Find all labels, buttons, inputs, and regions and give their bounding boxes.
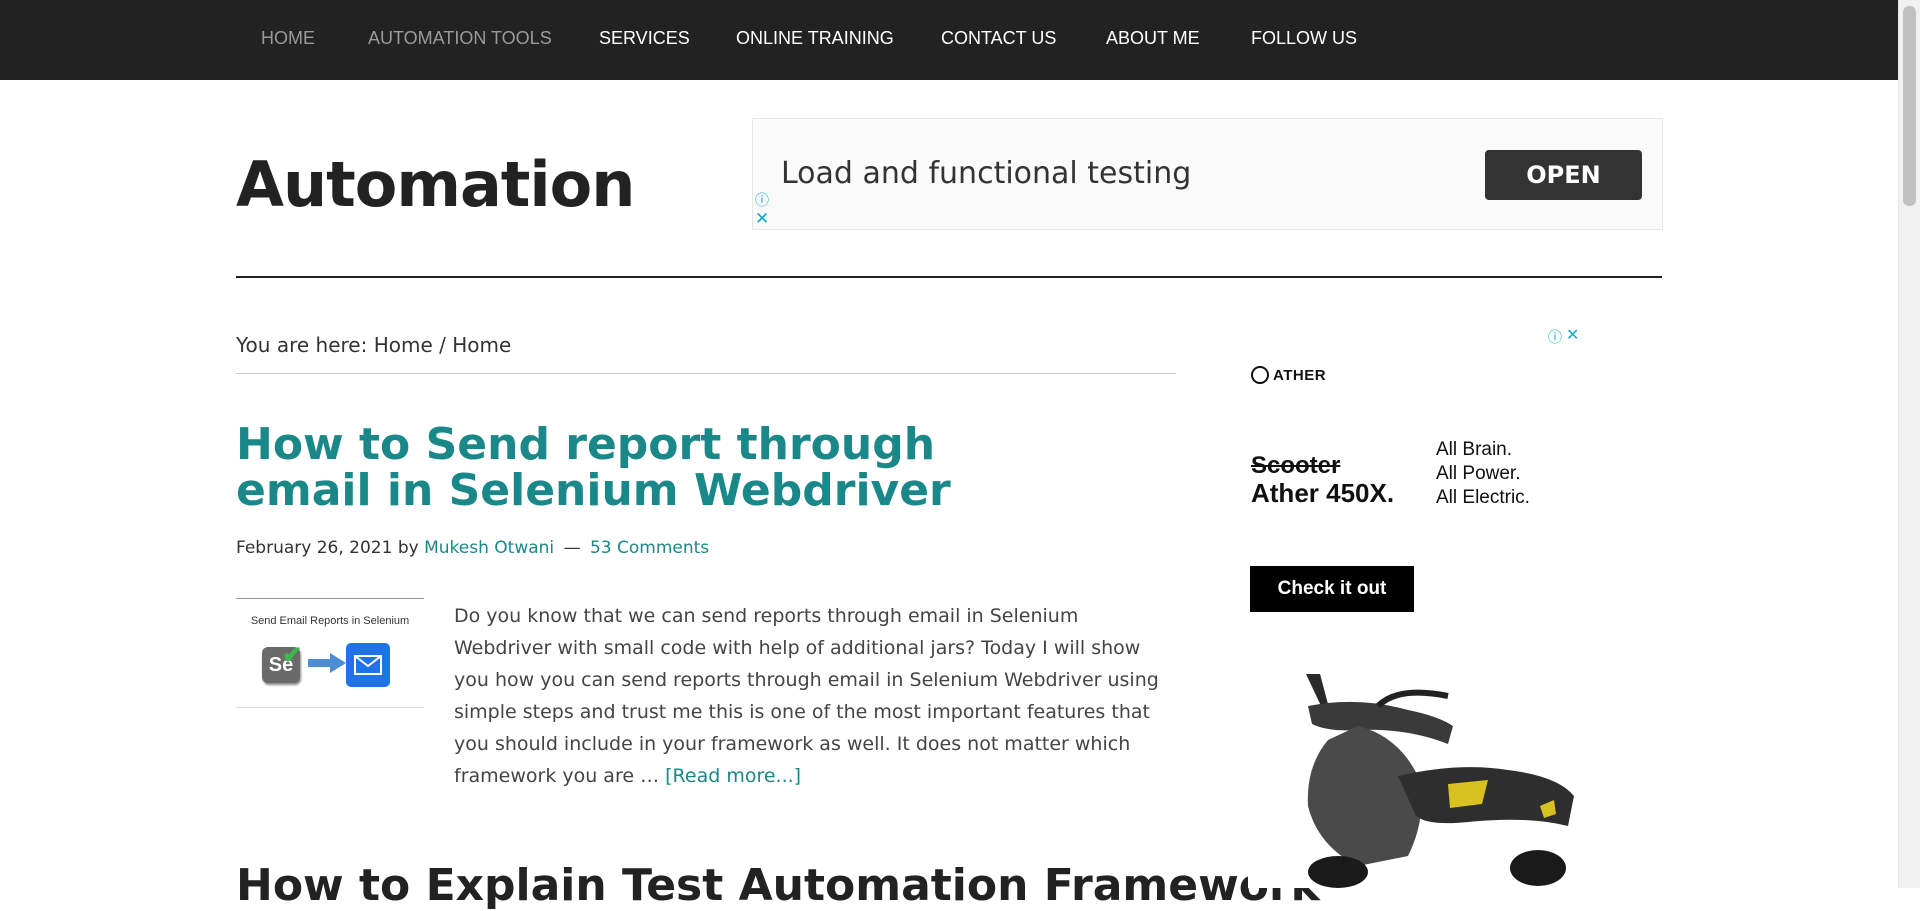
site-title[interactable]: Automation [236, 148, 635, 221]
breadcrumb-link-home[interactable]: Home [374, 333, 433, 357]
ad-headline: Load and functional testing [781, 156, 1192, 191]
scrollbar-thumb[interactable] [1903, 6, 1916, 206]
header-divider [236, 276, 1662, 278]
breadcrumb-separator: / [439, 333, 446, 357]
sidebar-ad[interactable]: ⓘ ✕ ATHER Scooter Ather 450X. All Brain.… [1248, 326, 1594, 888]
post-author-link[interactable]: Mukesh Otwani [424, 538, 554, 558]
info-circle-icon[interactable]: ⓘ [1548, 330, 1562, 344]
nav-item-home[interactable]: HOME [261, 28, 315, 49]
ad-open-button[interactable]: OPEN [1485, 150, 1642, 200]
email-icon [346, 643, 390, 687]
nav-item-follow-us[interactable]: FOLLOW US [1251, 28, 1357, 49]
close-x-icon[interactable]: ✕ [1566, 328, 1579, 344]
breadcrumb-divider [236, 373, 1176, 374]
breadcrumb: You are here: Home / Home [236, 333, 511, 357]
tagline-line-2: All Power. [1436, 463, 1521, 484]
post-thumbnail[interactable]: Send Email Reports in Selenium Se ✔ [236, 598, 424, 708]
nav-item-services[interactable]: SERVICES [599, 28, 690, 49]
ather-brand-name: ATHER [1273, 366, 1327, 384]
ad-model-name: Ather 450X. [1251, 478, 1395, 508]
page-scrollbar[interactable] [1898, 0, 1920, 888]
nav-item-online-training[interactable]: ONLINE TRAINING [736, 28, 894, 49]
tagline-line-3: All Electric. [1436, 487, 1530, 508]
arrow-right-icon [308, 653, 346, 673]
meta-dash: — [563, 538, 581, 558]
top-banner-ad[interactable]: Load and functional testing OPEN ⓘ ✕ [752, 118, 1663, 230]
next-post-title-link[interactable]: How to Explain Test Automation Framework [236, 860, 1320, 911]
nav-item-automation-tools[interactable]: AUTOMATION TOOLS [368, 28, 552, 49]
ather-logo: ATHER [1251, 366, 1326, 384]
breadcrumb-prefix: You are here: [236, 333, 368, 357]
post-comments-link[interactable]: 53 Comments [590, 538, 709, 558]
scooter-image [1306, 674, 1574, 888]
ad-tagline: All Brain. All Power. All Electric. [1436, 438, 1530, 510]
nav-item-contact-us[interactable]: CONTACT US [941, 28, 1056, 49]
breadcrumb-current: Home [452, 333, 512, 357]
nav-item-about-me[interactable]: ABOUT ME [1106, 28, 1200, 49]
tagline-line-1: All Brain. [1436, 439, 1513, 460]
ather-logo-icon [1251, 366, 1269, 384]
strikethrough-word: Scooter [1251, 452, 1341, 479]
thumbnail-caption: Send Email Reports in Selenium [250, 615, 410, 627]
read-more-link[interactable]: [Read more...] [665, 765, 801, 787]
info-circle-icon[interactable]: ⓘ [755, 193, 769, 207]
post-title-link[interactable]: How to Send report through email in Sele… [236, 422, 996, 514]
post-by: by [397, 538, 419, 558]
checkmark-icon: ✔ [282, 642, 303, 669]
post-meta: February 26, 2021 by Mukesh Otwani — 53 … [236, 538, 709, 558]
check-it-out-button[interactable]: Check it out [1250, 566, 1414, 612]
close-x-icon[interactable]: ✕ [755, 210, 769, 227]
top-navigation-bar: HOME AUTOMATION TOOLS SERVICES ONLINE TR… [0, 0, 1899, 80]
post-excerpt: Do you know that we can send reports thr… [454, 600, 1174, 792]
excerpt-text: Do you know that we can send reports thr… [454, 605, 1159, 787]
post-date: February 26, 2021 [236, 538, 393, 558]
